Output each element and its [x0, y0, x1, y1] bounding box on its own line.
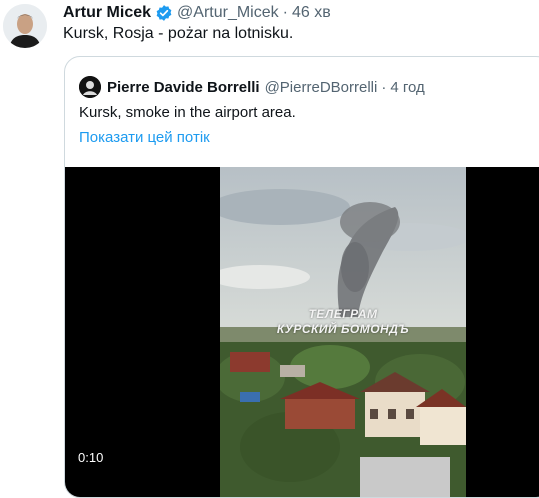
author-handle[interactable]: @Artur_Micek — [177, 4, 279, 22]
quoted-avatar-image — [79, 76, 101, 98]
verified-badge-icon — [156, 5, 172, 21]
watermark-line-1: ТЕЛЕГРАМ — [308, 307, 378, 321]
watermark-line-2: КУРСКИЙ БОМОНДЪ — [276, 322, 410, 336]
meta-separator: · — [282, 4, 288, 21]
tweet-text: Kursk, Rosja - pożar na lotnisku. — [63, 25, 294, 42]
tweet-header: Artur Micek @Artur_Micek · 46 хв — [63, 2, 331, 24]
author-name[interactable]: Artur Micek — [63, 4, 151, 22]
video-duration: 0:10 — [78, 450, 104, 465]
quoted-tweet-timestamp[interactable]: 4 год — [390, 79, 424, 96]
video-frame: ТЕЛЕГРАМ КУРСКИЙ БОМОНДЪ — [220, 167, 466, 497]
quoted-author-name[interactable]: Pierre Davide Borrelli — [107, 79, 260, 96]
author-avatar-image — [3, 4, 47, 48]
author-avatar[interactable] — [3, 4, 47, 48]
show-thread-link[interactable]: Показати цей потік — [79, 129, 210, 146]
quoted-tweet-text: Kursk, smoke in the airport area. — [79, 104, 296, 121]
quoted-author-avatar[interactable] — [79, 76, 101, 98]
quoted-tweet-header: Pierre Davide Borrelli @PierreDBorrelli … — [79, 76, 425, 98]
video-player[interactable]: ТЕЛЕГРАМ КУРСКИЙ БОМОНДЪ 0:10 — [65, 167, 539, 497]
quoted-author-handle[interactable]: @PierreDBorrelli — [265, 79, 378, 96]
quoted-tweet-card[interactable]: Pierre Davide Borrelli @PierreDBorrelli … — [64, 56, 539, 498]
quoted-meta-separator: · — [381, 78, 387, 96]
tweet-timestamp[interactable]: 46 хв — [292, 4, 331, 22]
